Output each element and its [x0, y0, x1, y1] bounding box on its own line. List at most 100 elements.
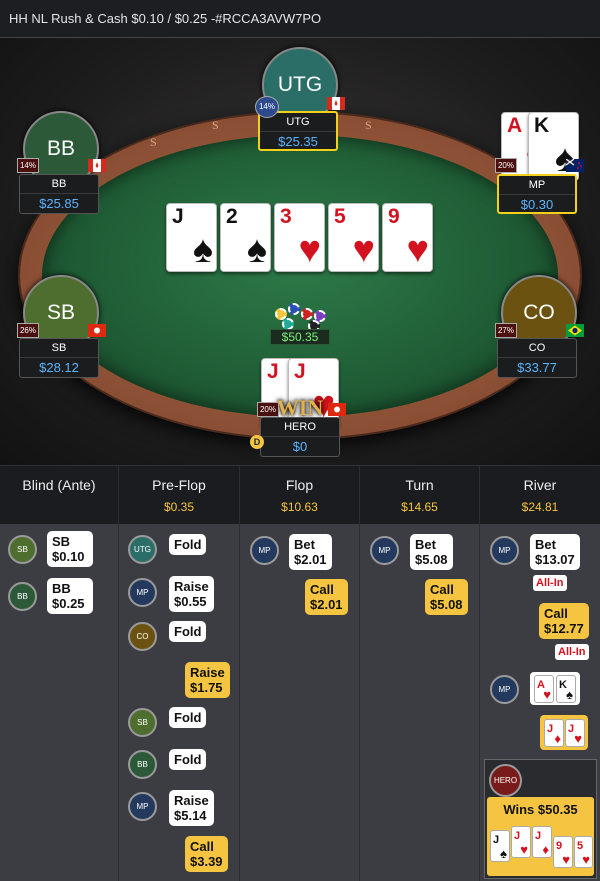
player-stack: $25.35 [278, 134, 318, 149]
hero-action-bubble: Call $5.08 [425, 579, 468, 615]
seat-badge-mp: MP [370, 536, 399, 565]
seat-badge-mp: MP [250, 536, 279, 565]
street-pot: $0.35 [163, 500, 195, 514]
nameplate-hero: HERO $0 [260, 417, 340, 457]
board-card: 9 ♥ [382, 203, 433, 272]
best-hand-card: 9 ♥ [553, 836, 573, 868]
seat-badge-sb: SB [128, 708, 157, 737]
action-amount: $12.77 [544, 621, 584, 636]
seat-badge-bb: BB [128, 750, 157, 779]
street-header-flop[interactable]: Flop $10.63 [240, 466, 360, 524]
card-suit: ♦ [554, 731, 561, 746]
nameplate-co: CO $33.77 [497, 338, 577, 378]
card-suit: ♥ [298, 229, 321, 271]
action-label: Call [430, 582, 454, 597]
hong-kong-flag-icon [328, 403, 346, 416]
board-card: 2 ♠ [220, 203, 271, 272]
card-rank: J [514, 830, 521, 842]
hong-kong-flag-icon [88, 324, 106, 337]
action-bubble: Bet $13.07 [530, 534, 580, 570]
player-name: SB [20, 339, 98, 358]
street-header-blind[interactable]: Blind (Ante) [0, 466, 119, 524]
canada-flag-icon [88, 159, 106, 172]
action-label: Raise [174, 793, 209, 808]
board-card: 3 ♥ [274, 203, 325, 272]
action-bubble: BB $0.25 [47, 578, 93, 614]
stat-badge: 20% [257, 402, 279, 417]
seat-badge-bb: BB [8, 582, 37, 611]
stat-badge: 26% [17, 323, 39, 338]
action-label: Bet [294, 537, 315, 552]
card-suit: ♠ [500, 846, 507, 861]
card-suit: ♥ [574, 731, 582, 746]
canada-flag-icon [327, 97, 345, 110]
action-label: Fold [174, 710, 202, 725]
brazil-flag-icon [566, 324, 584, 337]
street-name: River [523, 477, 557, 493]
seat-badge-mp: MP [490, 536, 519, 565]
street-header-river[interactable]: River $24.81 [480, 466, 600, 524]
card-rank: J [267, 360, 279, 383]
seat-badge-mp: MP [128, 792, 157, 821]
seat-badge-utg: UTG [128, 535, 157, 564]
poker-table: S S S S S S S J♠ 2♠ 3♥ 5♥ 9♥ $50.35 UTG … [0, 38, 600, 465]
new-zealand-flag-icon [566, 159, 584, 172]
nameplate-sb: SB $28.12 [19, 338, 99, 378]
street-header-preflop[interactable]: Pre-Flop $0.35 [119, 466, 240, 524]
card-rank: J [493, 834, 500, 846]
board-card: 5 ♥ [328, 203, 379, 272]
card-suit: ♠ [566, 687, 573, 702]
player-name: MP [499, 176, 575, 195]
pot-amount: $50.35 [270, 329, 330, 345]
action-amount: $2.01 [294, 552, 327, 567]
card-rank: J [568, 723, 575, 735]
rail-letter: S [212, 118, 219, 132]
action-label: Fold [174, 537, 202, 552]
street-pot: $14.65 [401, 500, 438, 514]
player-stack: $33.77 [517, 360, 557, 375]
action-label: SB [52, 534, 71, 549]
board-card: J ♠ [166, 203, 217, 272]
action-label: Call [190, 839, 214, 854]
street-name: Pre-Flop [152, 477, 206, 493]
action-bubble: Fold [169, 749, 207, 770]
action-label: Call [310, 582, 334, 597]
hero-action-bubble: Call $3.39 [185, 836, 228, 872]
action-amount: $0.25 [52, 596, 85, 611]
action-amount: $0.55 [174, 594, 207, 609]
best-hand-card: 5 ♥ [574, 836, 593, 868]
card-rank: 2 [226, 205, 238, 228]
card-suit: ♠ [192, 229, 213, 271]
card-rank: A [507, 114, 523, 137]
player-stack: $25.85 [39, 196, 79, 211]
seat-badge-mp: MP [128, 578, 157, 607]
card-suit: ♥ [543, 687, 551, 702]
action-bubble: Fold [169, 621, 207, 642]
nameplate-mp: MP $0.30 [497, 174, 577, 214]
card-rank: 5 [334, 205, 346, 228]
stat-badge: 20% [495, 158, 517, 173]
hero-showdown-card: J ♦ [544, 719, 564, 747]
seat-badge-sb: SB [8, 535, 37, 564]
action-label: Fold [174, 624, 202, 639]
poker-hand-replay: { "title": "HH NL Rush & Cash $0.10 / $0… [0, 0, 600, 881]
all-in-tag: All-In [555, 644, 589, 660]
card-rank: K [534, 114, 550, 137]
card-suit: ♥ [520, 842, 528, 857]
street-header-turn[interactable]: Turn $14.65 [360, 466, 480, 524]
best-hand-card: J ♥ [511, 826, 531, 858]
dealer-button-icon: D [250, 435, 264, 449]
player-stack: $0.30 [520, 197, 554, 212]
street-name: Flop [285, 477, 314, 493]
action-amount: $0.10 [52, 549, 85, 564]
action-amount: $3.39 [190, 854, 223, 869]
seat-badge-hero: HERO [489, 764, 522, 797]
player-stack: $28.12 [39, 360, 79, 375]
actions-column-turn [360, 524, 480, 881]
action-amount: $13.07 [535, 552, 575, 567]
action-amount: $5.14 [174, 808, 207, 823]
best-hand-card: J ♠ [490, 830, 510, 862]
card-rank: 3 [280, 205, 292, 228]
all-in-tag: All-In [533, 575, 567, 591]
action-bubble: SB $0.10 [47, 531, 93, 567]
